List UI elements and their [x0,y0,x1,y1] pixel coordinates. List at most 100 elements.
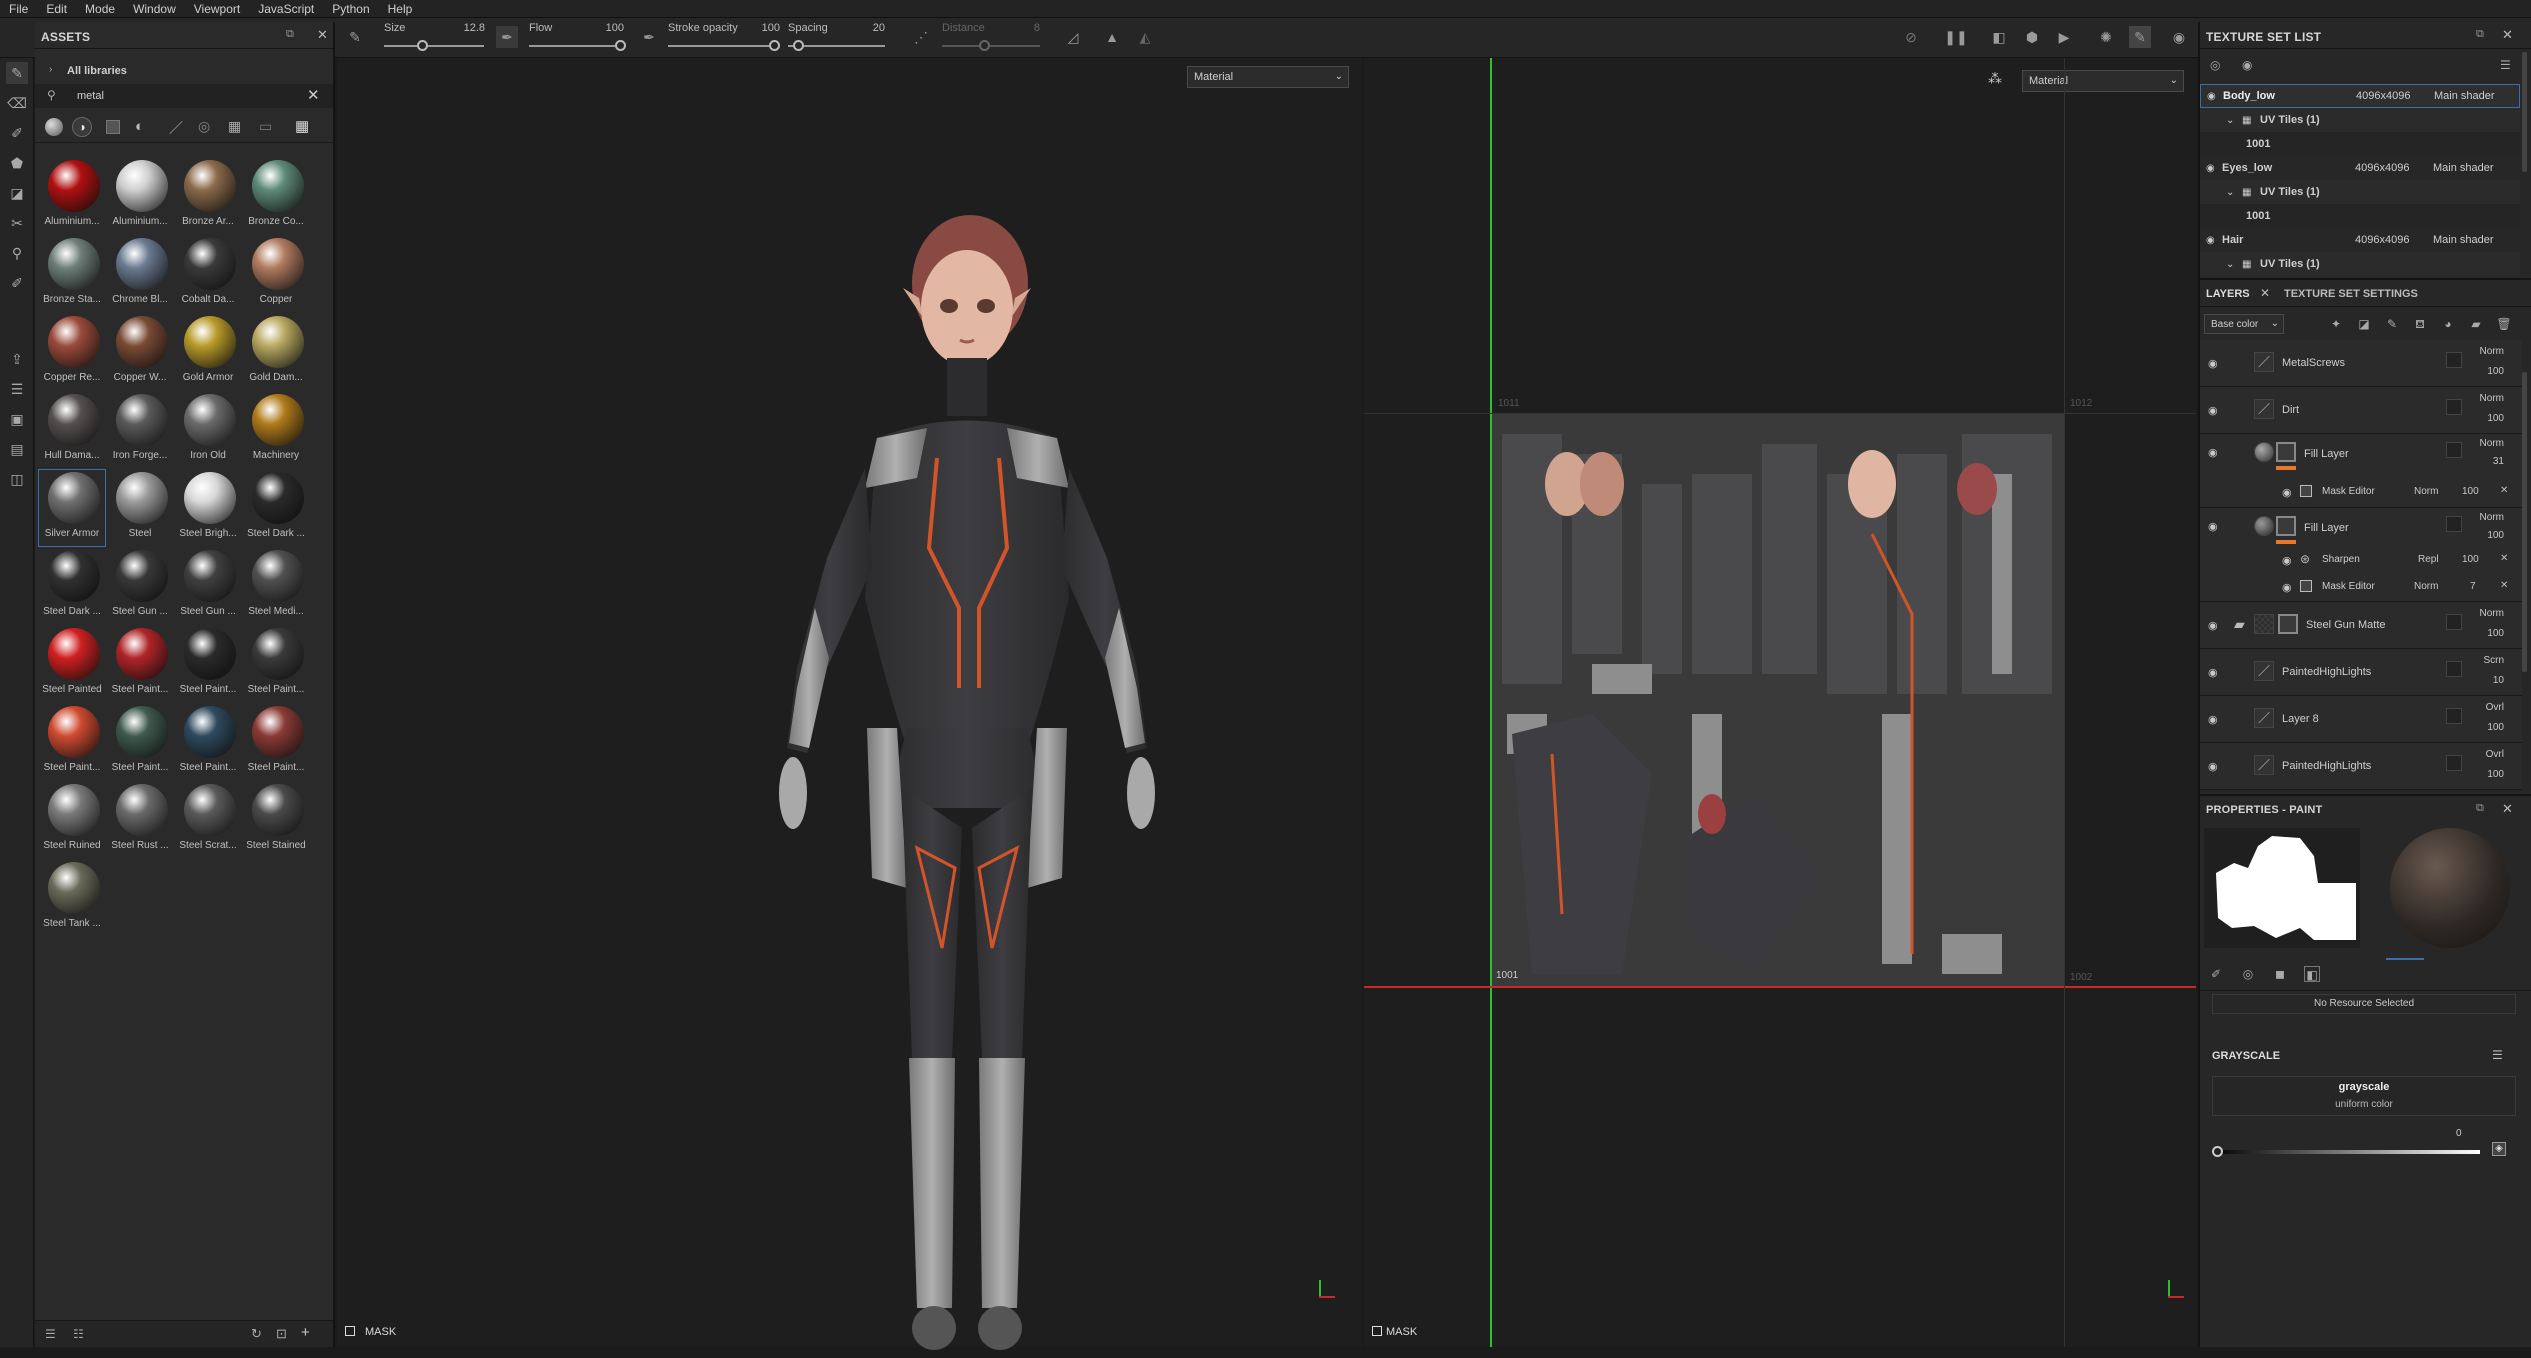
layer-blend[interactable]: Norm [2480,346,2504,357]
texture-set-body-low[interactable]: ◉ Body_low 4096x4096 Main shader [2200,84,2520,108]
asset-tile[interactable]: Steel Paint... [243,626,309,702]
asset-tile[interactable]: Gold Dam... [243,314,309,390]
menu-help[interactable]: Help [379,0,422,18]
alpha-tab-icon[interactable]: ◼ [2272,966,2288,982]
eye-all-icon[interactable]: ◉ [2242,58,2252,72]
undock-icon[interactable]: ⧉ [2476,28,2484,41]
asset-tile[interactable]: Machinery [243,392,309,468]
layer-opacity[interactable]: 10 [2493,675,2504,686]
filter-environments-icon[interactable]: ▭ [259,118,272,135]
grid-view-icon[interactable]: ▦ [295,117,309,135]
asset-tile[interactable]: Copper W... [107,314,173,390]
effect-blend[interactable]: Norm [2414,581,2438,592]
visibility-all-icon[interactable]: ◎ [2210,58,2220,72]
export-icon[interactable]: ⇪ [6,348,28,370]
size-slider-knob[interactable] [417,40,428,51]
filter-particles-icon[interactable]: ◎ [198,118,210,135]
asset-tile[interactable]: Steel Paint... [39,704,105,780]
asset-tile[interactable]: Steel Tank ... [39,860,105,936]
eye-icon[interactable]: ◉ [2282,486,2296,499]
undock-icon[interactable]: ⧉ [286,28,294,41]
projection-icon[interactable]: ✐ [6,122,28,144]
eye-icon[interactable]: ◉ [2208,520,2222,533]
asset-tile[interactable]: Steel Paint... [107,704,173,780]
size-slider[interactable] [384,45,484,47]
stroke-pen-icon[interactable]: ✒ [638,26,660,48]
filter-brushes-icon[interactable]: ／ [169,118,183,138]
chevron-right-icon[interactable]: › [49,64,52,75]
chevron-down-icon[interactable]: ⌄ [2226,187,2234,198]
viewport-2d[interactable]: ⁂ Material ⌄ 1011 1012 1002 1001 MASK [1364,58,2196,1347]
filter-materials-icon[interactable] [45,118,63,136]
asset-tile[interactable]: Gold Armor [175,314,241,390]
layer-row[interactable]: ◉ ／ PaintedHighLights Scrn 10 [2200,649,2522,696]
effect-opacity[interactable]: 100 [2462,554,2479,565]
layer-blend[interactable]: Scrn [2483,655,2504,666]
texture-set-eyes-low[interactable]: ◉ Eyes_low 4096x4096 Main shader [2200,156,2520,180]
list-view-icon[interactable]: ☰ [45,1327,56,1341]
eye-icon[interactable]: ◉ [2206,235,2215,246]
asset-tile[interactable]: Steel Paint... [107,626,173,702]
eye-icon[interactable]: ◉ [2208,404,2222,417]
asset-tile[interactable]: Iron Forge... [107,392,173,468]
asset-tile[interactable]: Copper [243,236,309,312]
paint-brush-icon[interactable]: ✎ [6,62,28,84]
clone-icon[interactable]: ✂ [6,212,28,234]
add-mask-icon[interactable]: ◪ [2356,316,2372,332]
grayscale-value[interactable]: 0 [2456,1128,2462,1139]
pick-color-icon[interactable]: ◈ [2492,1142,2506,1156]
asset-tile[interactable]: Steel Paint... [243,704,309,780]
eye-icon[interactable]: ◉ [2208,357,2222,370]
layer-blend[interactable]: Norm [2480,393,2504,404]
symmetry-icon[interactable]: ◿ [1062,26,1084,48]
asset-tile[interactable]: Aluminium... [39,158,105,234]
eye-icon[interactable]: ◉ [2208,713,2222,726]
uv-tiles-row[interactable]: ⌄ ▦ UV Tiles (1) [2200,180,2520,204]
no-resource-field[interactable]: No Resource Selected [2212,994,2516,1014]
layer-opacity[interactable]: 100 [2487,722,2504,733]
stroke-opacity-slider[interactable] [668,45,776,47]
light-icon[interactable]: ✺ [2095,26,2117,48]
eye-icon[interactable]: ◉ [2208,666,2222,679]
eye-icon[interactable]: ◉ [2208,760,2222,773]
stroke-opacity-knob[interactable] [769,40,780,51]
shelf-icon[interactable]: ◫ [6,468,28,490]
screenshot-icon[interactable]: ◉ [2168,26,2190,48]
mirror-alt-icon[interactable]: ◭ [1134,26,1156,48]
menu-javascript[interactable]: JavaScript [249,0,323,18]
layer-stack-scrollbar[interactable] [2522,372,2527,672]
add-folder-icon[interactable]: ▰ [2468,316,2484,332]
add-fill-layer-icon[interactable]: ⛾ [2412,316,2428,332]
layer-row[interactable]: ◉ ／ PaintedHighLights Ovrl 100 [2200,743,2522,790]
clear-search-icon[interactable]: ✕ [307,86,320,104]
eye-icon[interactable]: ◉ [2208,446,2222,459]
asset-tile[interactable]: Steel Scrat... [175,782,241,858]
close-panel-icon[interactable]: ✕ [317,27,328,43]
layer-blend[interactable]: Ovrl [2486,702,2504,713]
menu-edit[interactable]: Edit [37,0,76,18]
eraser-icon[interactable]: ⌫ [6,92,28,114]
asset-tile[interactable]: Bronze Co... [243,158,309,234]
material-picker-icon[interactable]: ⚲ [6,242,28,264]
texture-set-shader[interactable]: Main shader [2434,90,2495,102]
uv-tiles-row[interactable]: ⌄ ▦ UV Tiles (1) [2200,108,2520,132]
asset-tile[interactable]: Steel Medi... [243,548,309,624]
lazy-mouse-icon[interactable]: ⋰ [910,26,932,48]
layer-blend[interactable]: Ovrl [2486,749,2504,760]
texture-set-shader[interactable]: Main shader [2433,234,2494,246]
asset-tile[interactable]: Steel Gun ... [175,548,241,624]
visibility-off-icon[interactable]: ⊘ [1900,26,1922,48]
camera-video-icon[interactable]: ▶ [2053,26,2075,48]
asset-tile[interactable]: Steel Rust ... [107,782,173,858]
size-value[interactable]: 12.8 [455,22,485,34]
effect-blend[interactable]: Norm [2414,486,2438,497]
asset-tile[interactable]: Bronze Sta... [39,236,105,312]
grayscale-menu-icon[interactable]: ☰ [2492,1048,2503,1062]
add-icon[interactable]: + [301,1324,310,1341]
flow-value[interactable]: 100 [594,22,624,34]
close-panel-icon[interactable]: ✕ [2502,27,2513,43]
import-icon[interactable]: ⊡ [276,1326,287,1342]
layer-opacity[interactable]: 100 [2487,366,2504,377]
menu-window[interactable]: Window [124,0,185,18]
asset-tile[interactable]: Chrome Bl... [107,236,173,312]
